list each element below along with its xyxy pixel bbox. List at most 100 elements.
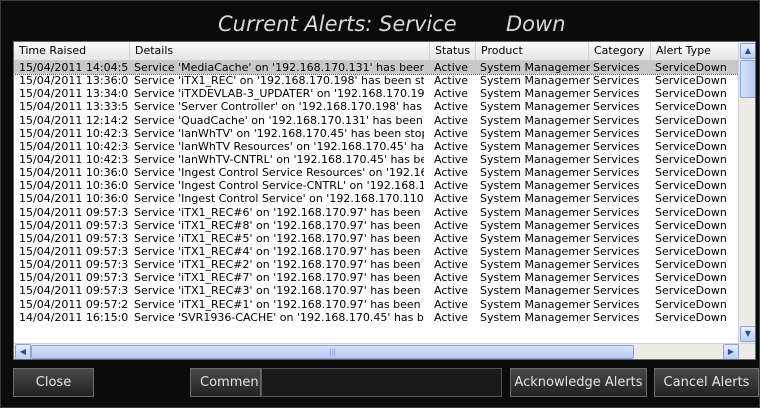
cell-category: Services [593, 231, 640, 245]
cell-status: Active [434, 139, 469, 153]
table-row[interactable]: 15/04/2011 10:36:02 Service 'Ingest Contr… [14, 166, 739, 179]
cell-details: Service 'iTX1_REC#4' on '192.168.170.97'… [134, 244, 424, 258]
vertical-scroll-thumb[interactable] [740, 60, 755, 98]
horizontal-scrollbar[interactable]: ◀ ||| ▶ [14, 343, 755, 359]
cell-status: Active [434, 166, 469, 180]
cell-alert-type: ServiceDown [655, 87, 727, 101]
cell-category: Services [593, 271, 640, 285]
chevron-up-icon[interactable]: ▲ [740, 43, 755, 59]
cell-status: Active [434, 297, 469, 311]
table-row[interactable]: 15/04/2011 09:57:39 Service 'iTX1_REC#6' … [14, 206, 739, 219]
cell-status: Active [434, 179, 469, 193]
cell-product: System Management [480, 139, 590, 153]
cell-details: Service 'SVR1936-CACHE' on '192.168.170.… [134, 310, 424, 324]
cell-alert-type: ServiceDown [655, 166, 727, 180]
cell-alert-type: ServiceDown [655, 179, 727, 193]
cell-category: Services [593, 192, 640, 206]
cell-alert-type: ServiceDown [655, 297, 727, 311]
comment-button[interactable]: Commen [190, 368, 261, 397]
column-header-category[interactable]: Category [589, 42, 651, 60]
table-row[interactable]: 15/04/2011 09:57:39 Service 'iTX1_REC#4' … [14, 245, 739, 258]
cell-details: Service 'QuadCache' on '192.168.170.131'… [134, 113, 424, 127]
cell-alert-type: ServiceDown [655, 244, 727, 258]
table-row[interactable]: 15/04/2011 09:57:39 Service 'iTX1_REC#3' … [14, 284, 739, 297]
cell-product: System Management [480, 244, 590, 258]
cell-details: Service 'iTX1_REC#6' on '192.168.170.97'… [134, 205, 424, 219]
cell-time-raised: 15/04/2011 14:04:57 [19, 61, 129, 74]
cell-category: Services [593, 179, 640, 193]
column-header-status[interactable]: Status [430, 42, 476, 60]
cell-product: System Management [480, 192, 590, 206]
cell-alert-type: ServiceDown [655, 258, 727, 272]
cell-status: Active [434, 258, 469, 272]
acknowledge-alerts-button[interactable]: Acknowledge Alerts [510, 368, 647, 397]
cell-category: Services [593, 166, 640, 180]
cell-time-raised: 15/04/2011 09:57:39 [19, 271, 129, 285]
comment-input[interactable] [261, 368, 502, 397]
cell-time-raised: 15/04/2011 10:36:01 [19, 179, 129, 193]
cell-details: Service 'Ingest Control Service Resource… [134, 166, 424, 180]
table-row[interactable]: 15/04/2011 13:33:55 Service 'Server Contr… [14, 100, 739, 113]
cell-details: Service 'Ingest Control Service' on '192… [134, 192, 424, 206]
horizontal-scroll-thumb[interactable]: ||| [31, 345, 634, 359]
table-row[interactable]: 15/04/2011 13:36:05 Service 'iTX1_REC' on… [14, 74, 739, 87]
cell-product: System Management [480, 205, 590, 219]
cell-product: System Management [480, 61, 590, 74]
cell-status: Active [434, 271, 469, 285]
table-row[interactable]: 15/04/2011 09:57:28 Service 'iTX1_REC#1' … [14, 298, 739, 311]
cell-status: Active [434, 152, 469, 166]
table-row[interactable]: 15/04/2011 10:42:34 Service 'lanWhTV-CNTR… [14, 153, 739, 166]
table-row[interactable]: 15/04/2011 10:36:01 Service 'Ingest Contr… [14, 179, 739, 192]
table-row[interactable]: 15/04/2011 10:42:34 Service 'lanWhTV Reso… [14, 140, 739, 153]
close-button[interactable]: Close [13, 368, 94, 397]
cell-category: Services [593, 61, 640, 74]
cell-category: Services [593, 139, 640, 153]
cell-time-raised: 15/04/2011 10:36:02 [19, 166, 129, 180]
cell-status: Active [434, 126, 469, 140]
column-header-alert-type[interactable]: Alert Type [651, 42, 739, 60]
cell-category: Services [593, 100, 640, 114]
title-part-1: Current Alerts: Service [218, 12, 457, 36]
cell-time-raised: 15/04/2011 10:36:00 [19, 192, 129, 206]
cell-product: System Management [480, 74, 590, 88]
table-row[interactable]: 15/04/2011 13:34:06 Service 'iTXDEVLAB-3_… [14, 87, 739, 100]
table-row[interactable]: 14/04/2011 16:15:08 Service 'SVR1936-CACH… [14, 311, 739, 324]
table-row[interactable]: 15/04/2011 09:57:39 Service 'iTX1_REC#2' … [14, 258, 739, 271]
table-row[interactable]: 15/04/2011 12:14:29 Service 'QuadCache' o… [14, 114, 739, 127]
table-row[interactable]: 15/04/2011 09:57:39 Service 'iTX1_REC#5' … [14, 232, 739, 245]
table-row[interactable]: 15/04/2011 14:04:57 Service 'MediaCache' … [14, 61, 739, 76]
cell-category: Services [593, 126, 640, 140]
column-header-product[interactable]: Product [476, 42, 589, 60]
chevron-down-icon[interactable]: ▼ [740, 326, 755, 342]
table-row[interactable]: 15/04/2011 10:36:00 Service 'Ingest Contr… [14, 192, 739, 205]
table-row[interactable]: 15/04/2011 09:57:39 Service 'iTX1_REC#7' … [14, 271, 739, 284]
cell-product: System Management [480, 100, 590, 114]
cell-product: System Management [480, 297, 590, 311]
column-header-details[interactable]: Details [130, 42, 430, 60]
chevron-right-icon[interactable]: ▶ [723, 344, 739, 359]
alerts-table: Time Raised Details Status Product Categ… [13, 41, 756, 360]
cell-details: Service 'lanWhTV Resources' on '192.168.… [134, 139, 424, 153]
cell-category: Services [593, 205, 640, 219]
cell-product: System Management [480, 271, 590, 285]
cell-status: Active [434, 218, 469, 232]
table-row[interactable]: 15/04/2011 10:42:34 Service 'lanWhTV' on … [14, 127, 739, 140]
cell-alert-type: ServiceDown [655, 310, 727, 324]
cell-time-raised: 15/04/2011 09:57:39 [19, 218, 129, 232]
cell-time-raised: 15/04/2011 10:42:34 [19, 126, 129, 140]
cancel-alerts-button[interactable]: Cancel Alerts [654, 368, 759, 397]
cell-time-raised: 15/04/2011 13:33:55 [19, 100, 129, 114]
cell-alert-type: ServiceDown [655, 100, 727, 114]
page-title: Current Alerts: Service Down [0, 10, 760, 40]
title-part-2: Down [506, 12, 566, 36]
vertical-scrollbar[interactable]: ▲ ▼ [738, 42, 755, 343]
cell-details: Service 'Ingest Control Service-CNTRL' o… [134, 179, 424, 193]
cell-details: Service 'lanWhTV-CNTRL' on '192.168.170.… [134, 152, 424, 166]
cell-alert-type: ServiceDown [655, 74, 727, 88]
chevron-left-icon[interactable]: ◀ [15, 344, 31, 359]
column-header-time-raised[interactable]: Time Raised [14, 42, 130, 60]
cell-category: Services [593, 258, 640, 272]
cell-alert-type: ServiceDown [655, 271, 727, 285]
table-row[interactable]: 15/04/2011 09:57:39 Service 'iTX1_REC#8' … [14, 219, 739, 232]
table-body: 15/04/2011 14:04:57 Service 'MediaCache' … [14, 61, 739, 345]
